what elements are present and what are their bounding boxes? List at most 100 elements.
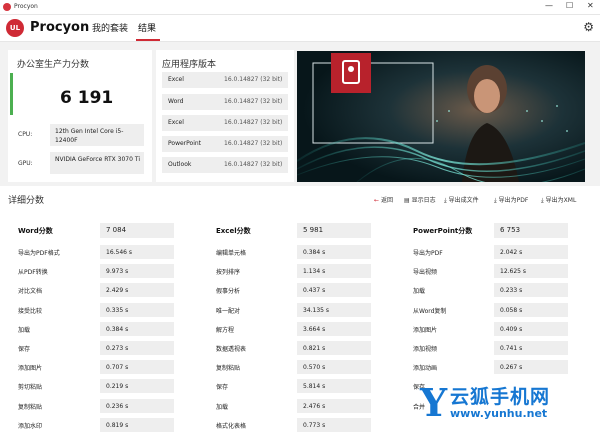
versions-title: 应用程序版本 (162, 60, 217, 70)
export-file-label: 导出成文件 (448, 197, 479, 204)
test-name: 添加视频 (413, 346, 438, 353)
test-time: 2.429 s (106, 287, 129, 294)
export-pdf-button[interactable]: ⤓ 导出为PDF (494, 195, 528, 205)
test-time: 0.058 s (500, 307, 523, 314)
watermark: Y 云狐手机网 www.yunhu.net (420, 378, 600, 439)
test-time: 0.773 s (303, 422, 326, 429)
test-time: 0.384 s (303, 249, 326, 256)
test-value-box: 0.236 s (100, 399, 174, 413)
back-button[interactable]: ← 返回 (374, 195, 393, 204)
version-app-name: Word (168, 98, 184, 105)
watermark-url: www.yunhu.net (450, 407, 548, 420)
test-time: 1.134 s (303, 268, 326, 275)
test-value-box: 0.273 s (100, 341, 174, 355)
test-value-box: 0.233 s (494, 283, 568, 297)
test-time: 0.570 s (303, 364, 326, 371)
overall-score: 6 191 (60, 88, 114, 108)
gpu-value: NVIDIA GeForce RTX 3070 Ti (55, 156, 140, 163)
test-time: 9.973 s (106, 268, 129, 275)
close-button[interactable]: ✕ (587, 1, 594, 10)
app-icon (3, 3, 11, 11)
test-value-box: 0.219 s (100, 379, 174, 393)
test-time: 0.273 s (106, 345, 129, 352)
column-score: 5 981 (303, 226, 324, 234)
logo-text: Procyon (30, 20, 90, 35)
tab-my-suites[interactable]: 我的套装 (92, 21, 128, 34)
test-name: 剪切粘贴 (18, 384, 43, 391)
export-file-button[interactable]: ⤓ 导出成文件 (444, 195, 479, 205)
test-value-box: 34.135 s (297, 303, 371, 317)
test-value-box: 0.409 s (494, 322, 568, 336)
test-time: 0.821 s (303, 345, 326, 352)
cpu-value: 12th Gen Intel Core i5-12400F (55, 128, 124, 144)
summary-title: 办公室生产力分数 (17, 60, 90, 70)
ul-logo-icon: UL (6, 19, 24, 37)
column-title: Excel分数 (216, 227, 251, 235)
export-xml-button[interactable]: ⤓ 导出为XML (541, 195, 576, 205)
back-arrow-icon: ← (374, 197, 380, 204)
version-app-name: Outlook (168, 161, 192, 168)
details-title: 详细分数 (8, 196, 45, 206)
test-name: 加载 (216, 404, 229, 411)
column-score: 6 753 (500, 226, 521, 234)
test-value-box: 16.546 s (100, 245, 174, 259)
back-label: 返回 (381, 197, 394, 204)
download-icon: ⤓ (541, 197, 544, 204)
version-row: Excel 16.0.14827 (32 bit) (162, 72, 288, 88)
test-value-box: 0.570 s (297, 360, 371, 374)
test-value-box: 5.814 s (297, 379, 371, 393)
test-name: 从Word复制 (413, 308, 447, 315)
test-value-box: 0.707 s (100, 360, 174, 374)
version-number: 16.0.14827 (32 bit) (224, 98, 283, 105)
test-value-box: 3.664 s (297, 322, 371, 336)
test-value-box: 0.058 s (494, 303, 568, 317)
version-row: Word 16.0.14827 (32 bit) (162, 94, 288, 110)
test-name: 接受比较 (18, 308, 43, 315)
export-xml-label: 导出为XML (545, 197, 577, 204)
gpu-label: GPU: (18, 160, 33, 167)
test-name: 格式化表格 (216, 423, 247, 430)
version-row: PowerPoint 16.0.14827 (32 bit) (162, 136, 288, 152)
test-time: 0.335 s (106, 307, 129, 314)
test-time: 34.135 s (303, 307, 330, 314)
test-value-box: 0.384 s (297, 245, 371, 259)
test-time: 0.707 s (106, 364, 129, 371)
test-value-box: 2.042 s (494, 245, 568, 259)
hero-illustration (297, 51, 585, 182)
tab-results[interactable]: 结果 (138, 21, 156, 34)
show-log-label: 显示日志 (411, 197, 436, 204)
test-time: 2.476 s (303, 403, 326, 410)
test-name: 添加图片 (18, 365, 43, 372)
test-name: 加载 (18, 327, 31, 334)
test-name: 加载 (413, 288, 426, 295)
test-time: 3.664 s (303, 326, 326, 333)
maximize-button[interactable]: ☐ (566, 1, 573, 10)
version-number: 16.0.14827 (32 bit) (224, 76, 283, 83)
minimize-button[interactable]: — (545, 1, 553, 10)
test-time: 16.546 s (106, 249, 133, 256)
test-time: 0.819 s (106, 422, 129, 429)
cpu-value-box: 12th Gen Intel Core i5-12400F (50, 124, 144, 146)
show-log-button[interactable]: ▤ 显示日志 (404, 195, 436, 204)
test-name: 对比文档 (18, 288, 43, 295)
test-name: 复制粘贴 (216, 365, 241, 372)
download-icon: ⤓ (444, 197, 447, 204)
version-number: 16.0.14827 (32 bit) (224, 161, 283, 168)
test-time: 0.233 s (500, 287, 523, 294)
test-time: 0.409 s (500, 326, 523, 333)
gear-icon[interactable]: ⚙ (583, 20, 594, 34)
cpu-label: CPU: (18, 131, 33, 138)
watermark-logo-letter: Y (420, 380, 448, 425)
test-name: 数据透视表 (216, 346, 247, 353)
version-row: Outlook 16.0.14827 (32 bit) (162, 157, 288, 173)
test-time: 0.741 s (500, 345, 523, 352)
test-value-box: 0.384 s (100, 322, 174, 336)
watermark-text: 云狐手机网 (450, 386, 551, 408)
test-name: 添加水印 (18, 423, 43, 430)
test-name: 假事分析 (216, 288, 241, 295)
test-name: 保存 (18, 346, 31, 353)
test-time: 12.625 s (500, 268, 527, 275)
test-value-box: 0.819 s (100, 418, 174, 432)
test-time: 0.236 s (106, 403, 129, 410)
test-time: 0.437 s (303, 287, 326, 294)
